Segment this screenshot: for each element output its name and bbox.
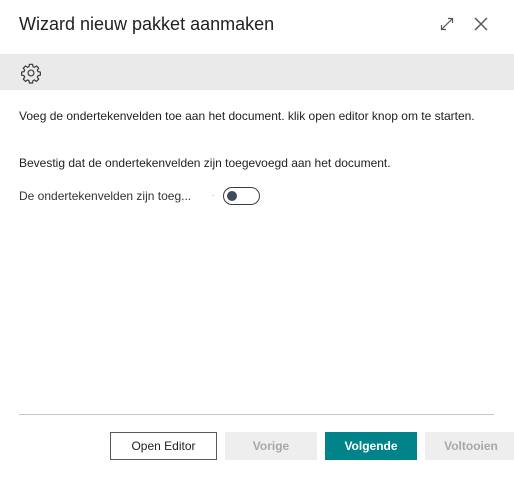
title-actions xyxy=(438,15,490,33)
toggle-knob xyxy=(227,191,237,201)
signature-fields-toggle[interactable] xyxy=(223,187,260,205)
expand-icon[interactable] xyxy=(438,15,456,33)
action-bar xyxy=(0,54,514,90)
dialog-title: Wizard nieuw pakket aanmaken xyxy=(19,14,275,34)
wizard-dialog: Wizard nieuw pakket aanmaken Voeg de ond… xyxy=(0,0,514,480)
close-icon[interactable] xyxy=(472,15,490,33)
open-editor-button[interactable]: Open Editor xyxy=(110,432,217,460)
wizard-footer: Open Editor Vorige Volgende Voltooien xyxy=(110,432,514,460)
signature-fields-row: De ondertekenvelden zijn toeg... · xyxy=(19,185,489,207)
confirm-text: Bevestig dat de ondertekenvelden zijn to… xyxy=(19,156,391,170)
dialog-titlebar: Wizard nieuw pakket aanmaken xyxy=(0,0,514,52)
previous-button[interactable]: Vorige xyxy=(225,432,317,460)
gear-icon[interactable] xyxy=(19,61,43,85)
next-button[interactable]: Volgende xyxy=(325,432,417,460)
instructions-text: Voeg de ondertekenvelden toe aan het doc… xyxy=(19,109,475,123)
signature-fields-label: De ondertekenvelden zijn toeg... xyxy=(19,189,192,203)
finish-button[interactable]: Voltooien xyxy=(425,432,514,460)
wizard-content: Voeg de ondertekenvelden toe aan het doc… xyxy=(19,108,489,207)
field-separator: · xyxy=(211,190,215,201)
footer-divider xyxy=(19,414,494,415)
